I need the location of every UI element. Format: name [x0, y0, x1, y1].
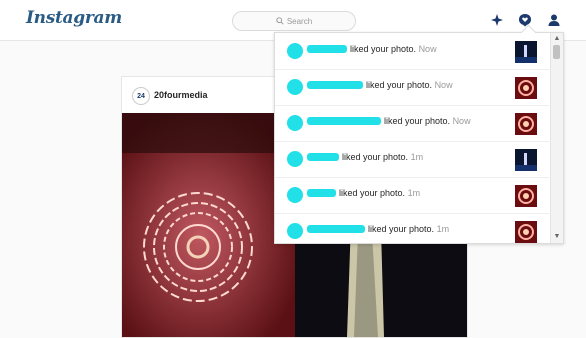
user-avatar[interactable] — [287, 79, 303, 95]
photo-thumbnail[interactable] — [515, 77, 537, 99]
post-avatar[interactable]: 24 — [132, 87, 150, 105]
user-avatar[interactable] — [287, 151, 303, 167]
post-username[interactable]: 20fourmedia — [154, 90, 208, 100]
notification-time: Now — [418, 44, 437, 54]
search-icon — [276, 17, 284, 25]
notification-action: liked your photo. — [350, 44, 417, 54]
scroll-down-arrow-icon[interactable]: ▼ — [553, 233, 561, 241]
notification-time: 1m — [410, 152, 424, 162]
notification-action: liked your photo. — [339, 188, 406, 198]
notifications-list: liked your photo. Now liked your photo. … — [275, 33, 549, 243]
notification-time: 1m — [436, 224, 450, 234]
notification-time: Now — [452, 116, 471, 126]
username-redacted — [307, 225, 365, 233]
photo-thumbnail[interactable] — [515, 221, 537, 243]
user-avatar[interactable] — [287, 43, 303, 59]
notification-text: liked your photo. Now — [366, 80, 453, 90]
notification-time: 1m — [407, 188, 421, 198]
notification-item[interactable]: liked your photo. 1m — [275, 213, 549, 243]
notification-action: liked your photo. — [384, 116, 451, 126]
notification-item[interactable]: liked your photo. Now — [275, 69, 549, 106]
search-placeholder: Search — [286, 16, 313, 26]
notification-action: liked your photo. — [342, 152, 409, 162]
user-avatar[interactable] — [287, 187, 303, 203]
activity-heart-bubble-icon[interactable] — [517, 12, 533, 28]
photo-thumbnail[interactable] — [515, 41, 537, 63]
notification-text: liked your photo. 1m — [368, 224, 449, 234]
notifications-scrollbar[interactable]: ▲ ▼ — [550, 33, 563, 243]
photo-thumbnail[interactable] — [515, 149, 537, 171]
username-redacted — [307, 153, 339, 161]
scrollbar-thumb[interactable] — [553, 45, 560, 59]
notifications-dropdown: liked your photo. Now liked your photo. … — [274, 24, 564, 244]
profile-icon[interactable] — [546, 12, 562, 28]
compass-icon[interactable] — [489, 12, 505, 28]
notification-text: liked your photo. Now — [384, 116, 471, 126]
username-redacted — [307, 117, 381, 125]
notification-text: liked your photo. 1m — [342, 152, 423, 162]
photo-thumbnail[interactable] — [515, 185, 537, 207]
notification-item[interactable]: liked your photo. 1m — [275, 177, 549, 214]
username-redacted — [307, 81, 363, 89]
user-avatar[interactable] — [287, 115, 303, 131]
photo-thumbnail[interactable] — [515, 113, 537, 135]
user-avatar[interactable] — [287, 223, 303, 239]
notification-action: liked your photo. — [368, 224, 435, 234]
notification-item[interactable]: liked your photo. Now — [275, 33, 549, 70]
notification-item[interactable]: liked your photo. Now — [275, 105, 549, 142]
search-input[interactable]: Search — [232, 11, 356, 31]
notification-text: liked your photo. Now — [350, 44, 437, 54]
instagram-logo[interactable]: Instagram — [26, 8, 122, 28]
notification-item[interactable]: liked your photo. 1m — [275, 141, 549, 178]
notification-action: liked your photo. — [366, 80, 433, 90]
username-redacted — [307, 189, 336, 197]
scroll-up-arrow-icon[interactable]: ▲ — [553, 35, 561, 43]
notification-time: Now — [434, 80, 453, 90]
username-redacted — [307, 45, 347, 53]
notification-text: liked your photo. 1m — [339, 188, 420, 198]
